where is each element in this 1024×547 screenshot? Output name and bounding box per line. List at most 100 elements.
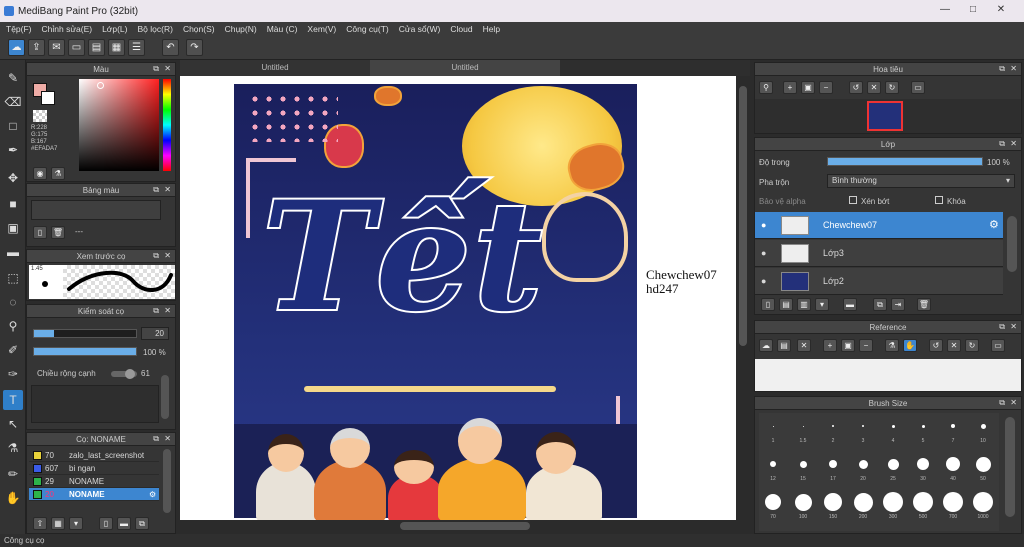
close-icon[interactable]: ✕: [1010, 322, 1017, 331]
redo-icon[interactable]: ↷: [186, 39, 203, 56]
brush-copy-icon[interactable]: ▯: [99, 517, 113, 530]
ref-zoom-out-icon[interactable]: −: [859, 339, 873, 352]
select-eraser-icon[interactable]: ✑: [3, 364, 23, 384]
maximize-button[interactable]: □: [962, 3, 984, 17]
reference-view[interactable]: [755, 359, 1021, 391]
reset-icon[interactable]: ▭: [911, 81, 925, 94]
brush-duplicate-icon[interactable]: ⧉: [135, 517, 149, 530]
rotate-right-icon[interactable]: ↻: [885, 81, 899, 94]
fit-icon[interactable]: ▣: [801, 81, 815, 94]
brush-size-option[interactable]: 100: [789, 491, 817, 527]
brush-size-option[interactable]: 20: [849, 453, 877, 489]
eraser-tool-icon[interactable]: ⌫: [3, 92, 23, 112]
close-icon[interactable]: ✕: [164, 185, 171, 194]
pencil-icon[interactable]: ✏: [3, 464, 23, 484]
layer-menu-icon[interactable]: ▾: [815, 298, 829, 311]
menu-edit[interactable]: Chỉnh sửa(E): [42, 22, 93, 36]
ref-rotate-left-icon[interactable]: ↺: [929, 339, 943, 352]
brush-item[interactable]: 607 bi ngan: [29, 462, 159, 475]
new-8bit-layer-icon[interactable]: ▥: [797, 298, 811, 311]
brush-size-option[interactable]: 500: [909, 491, 937, 527]
brush-size-option[interactable]: 17: [819, 453, 847, 489]
ref-close-icon[interactable]: ✕: [797, 339, 811, 352]
close-button[interactable]: ✕: [990, 3, 1012, 17]
zoom-in-icon[interactable]: +: [783, 81, 797, 94]
eye-icon[interactable]: ◉: [33, 167, 47, 180]
bucket-icon[interactable]: ▣: [3, 218, 23, 238]
transparent-swatch[interactable]: [33, 110, 47, 122]
visibility-icon[interactable]: ●: [761, 248, 766, 258]
ref-flip-icon[interactable]: ✕: [947, 339, 961, 352]
undock-icon[interactable]: ⧉: [153, 434, 159, 444]
lasso-icon[interactable]: ◌: [3, 292, 23, 312]
brush-size-option[interactable]: 2: [819, 415, 847, 451]
ref-cloud-icon[interactable]: ☁: [759, 339, 773, 352]
new-palette-icon[interactable]: ▯: [33, 226, 47, 239]
gear-icon[interactable]: ⚙: [989, 218, 999, 231]
lock-checkbox[interactable]: [935, 196, 943, 204]
layer-row-chewchew07[interactable]: ● Chewchew07 ⚙: [755, 212, 1003, 239]
hue-slider[interactable]: [163, 79, 171, 171]
menu-file[interactable]: Tệp(F): [6, 22, 32, 36]
ref-hand-icon[interactable]: ✋: [903, 339, 917, 352]
gear-icon[interactable]: ⚙: [149, 488, 156, 501]
undock-icon[interactable]: ⧉: [153, 306, 159, 316]
brush-size-value[interactable]: 20: [141, 327, 169, 340]
undock-icon[interactable]: ⧉: [999, 139, 1005, 149]
eyedropper-icon[interactable]: ⚗: [3, 438, 23, 458]
gradient-icon[interactable]: ▬: [3, 242, 23, 262]
canvas-vertical-scrollbar[interactable]: [736, 76, 750, 520]
brush-folder-icon[interactable]: ▦: [51, 517, 65, 530]
ref-reset-icon[interactable]: ▭: [991, 339, 1005, 352]
merge-layer-icon[interactable]: ⇥: [891, 298, 905, 311]
canvas-horizontal-scrollbar[interactable]: [180, 520, 750, 532]
brush-size-option[interactable]: 1000: [969, 491, 997, 527]
brush-item[interactable]: 70 zalo_last_screenshot: [29, 449, 159, 462]
page-icon[interactable]: ▤: [88, 39, 105, 56]
move-tool-icon[interactable]: ✥: [3, 168, 23, 188]
menu-filter[interactable]: Bộ lọc(R): [138, 22, 173, 36]
artwork-canvas[interactable]: Tết: [234, 84, 637, 522]
undock-icon[interactable]: ⧉: [999, 398, 1005, 408]
brush-size-option[interactable]: 300: [879, 491, 907, 527]
undock-icon[interactable]: ⧉: [153, 185, 159, 195]
brush-size-option[interactable]: 10: [969, 415, 997, 451]
layer-scrollbar[interactable]: [1007, 216, 1017, 272]
brush-size-option[interactable]: 15: [789, 453, 817, 489]
flip-icon[interactable]: ✕: [867, 81, 881, 94]
edge-width-toggle[interactable]: [111, 369, 137, 379]
brush-opacity-slider[interactable]: [33, 347, 137, 356]
brush-item-selected[interactable]: 20 NONAME ⚙: [29, 488, 159, 501]
undock-icon[interactable]: ⧉: [153, 251, 159, 261]
brush-size-option[interactable]: 200: [849, 491, 877, 527]
text-tool-icon[interactable]: T: [3, 390, 23, 410]
undo-icon[interactable]: ↶: [162, 39, 179, 56]
brush-size-option[interactable]: 3: [849, 415, 877, 451]
layer-opacity-slider[interactable]: [827, 157, 983, 166]
brush-size-option[interactable]: 5: [909, 415, 937, 451]
brush-size-option[interactable]: 25: [879, 453, 907, 489]
close-icon[interactable]: ✕: [164, 306, 171, 315]
menu-help[interactable]: Help: [483, 22, 500, 36]
tab-untitled-2[interactable]: Untitled: [370, 60, 560, 76]
eyedropper-small-icon[interactable]: ⚗: [51, 167, 65, 180]
close-icon[interactable]: ✕: [164, 64, 171, 73]
close-icon[interactable]: ✕: [164, 251, 171, 260]
panel-icon[interactable]: ▭: [68, 39, 85, 56]
brush-control-scrollbar[interactable]: [161, 375, 169, 419]
brush-size-option[interactable]: 30: [909, 453, 937, 489]
brush-item[interactable]: 29 NONAME: [29, 475, 159, 488]
pen-tool-icon[interactable]: ✒: [3, 140, 23, 160]
brush-size-option[interactable]: 70: [759, 491, 787, 527]
layer-row-lop2[interactable]: ● Lớp2: [755, 268, 1003, 295]
ref-fit-icon[interactable]: ▣: [841, 339, 855, 352]
comment-icon[interactable]: ✉: [48, 39, 65, 56]
brush-size-option[interactable]: 50: [969, 453, 997, 489]
delete-palette-icon[interactable]: 🗑: [51, 226, 65, 239]
hand-tool-icon[interactable]: ✋: [3, 488, 23, 508]
brush-menu-icon[interactable]: ▾: [69, 517, 83, 530]
add-brush-icon[interactable]: ⇧: [33, 517, 47, 530]
undock-icon[interactable]: ⧉: [153, 64, 159, 74]
operation-tool-icon[interactable]: ↖: [3, 414, 23, 434]
delete-layer-icon[interactable]: 🗑: [917, 298, 931, 311]
